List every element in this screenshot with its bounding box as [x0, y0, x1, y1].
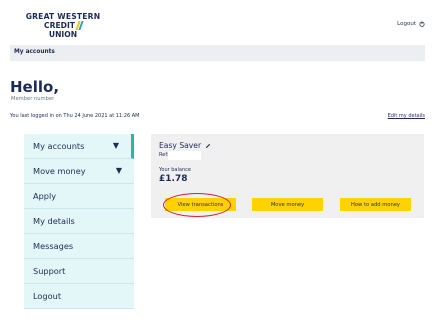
logo-line-2: CREDIT [22, 21, 104, 30]
nav-item-support[interactable]: Support [24, 259, 134, 284]
member-number-label: Member number [11, 96, 55, 102]
reference-value [168, 151, 201, 160]
caret-down-icon: ▼ [112, 141, 119, 150]
pencil-icon[interactable] [205, 143, 211, 149]
balance-label: Your balance [159, 167, 191, 173]
brand-logo[interactable]: GREAT WESTERN CREDIT UNION [22, 12, 104, 39]
balance-amount: £1.78 [159, 174, 188, 184]
nav-item-label: My details [33, 216, 75, 226]
nav-item-label: Apply [33, 191, 57, 201]
how-to-add-money-button[interactable]: How to add money [340, 198, 411, 211]
breadcrumb: My accounts [10, 45, 425, 61]
nav-item-logout[interactable]: Logout [24, 284, 134, 309]
side-nav: My accounts ▼ Move money ▼ Apply My deta… [24, 134, 134, 309]
nav-item-label: Messages [33, 241, 74, 251]
nav-item-my-details[interactable]: My details [24, 209, 134, 234]
last-login-text: You last logged in on Thu 24 June 2021 a… [10, 113, 140, 119]
logout-link-top[interactable]: Logout [397, 21, 425, 27]
nav-item-move-money[interactable]: Move money ▼ [24, 159, 134, 184]
nav-item-label: My accounts [33, 141, 85, 151]
nav-item-messages[interactable]: Messages [24, 234, 134, 259]
logout-icon [419, 21, 425, 27]
logo-line-1: GREAT WESTERN [25, 12, 101, 21]
nav-item-label: Support [33, 266, 66, 276]
logo-line-3: UNION [48, 30, 78, 39]
page-title: Hello, [10, 78, 60, 96]
account-name-text: Easy Saver [159, 141, 202, 150]
move-money-button[interactable]: Move money [252, 198, 323, 211]
breadcrumb-item-my-accounts[interactable]: My accounts [14, 49, 55, 55]
edit-details-link[interactable]: Edit my details [388, 113, 425, 119]
nav-item-apply[interactable]: Apply [24, 184, 134, 209]
caret-down-icon: ▼ [115, 166, 122, 175]
annotation-circle [163, 193, 231, 217]
nav-item-label: Logout [33, 291, 62, 301]
account-name: Easy Saver [159, 141, 211, 150]
logout-label: Logout [397, 21, 416, 27]
nav-item-label: Move money [33, 166, 86, 176]
nav-item-my-accounts[interactable]: My accounts ▼ [24, 134, 134, 159]
